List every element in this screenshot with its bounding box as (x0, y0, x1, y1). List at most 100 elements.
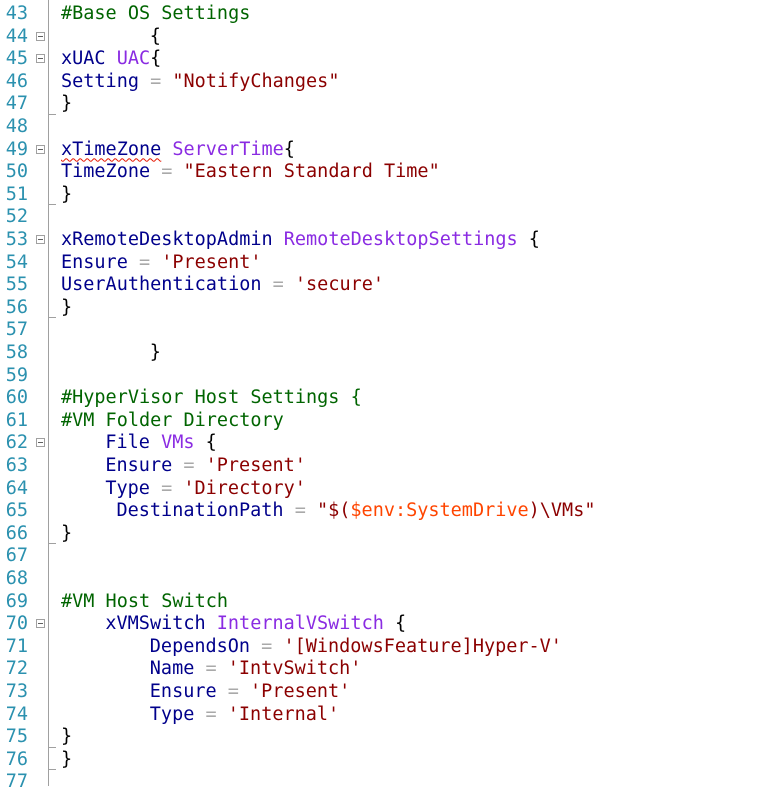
code-line[interactable]: 60 #HyperVisor Host Settings { (0, 387, 774, 410)
code-line[interactable]: 55 UserAuthentication = 'secure' (0, 274, 774, 297)
code-line[interactable]: 44 { (0, 26, 774, 49)
code-token-comment: #VM Host Switch (61, 590, 229, 612)
line-number: 75 (5, 726, 28, 748)
code-token-string: "$( (317, 500, 351, 522)
code-line[interactable]: 65 DestinationPath = "$($env:SystemDrive)… (0, 500, 774, 523)
code-token-keyword: xRemoteDesktopAdmin (61, 229, 273, 250)
code-token-string: "Eastern Standard Time" (183, 161, 440, 183)
line-number: 73 (5, 681, 28, 702)
code-line[interactable]: 51} (0, 184, 774, 207)
code-token-keyword: xUAC (61, 48, 106, 70)
code-line[interactable]: 64 Type = 'Directory' (0, 478, 774, 501)
code-line[interactable]: 58} (0, 342, 774, 365)
code-line[interactable]: 47} (0, 93, 774, 116)
line-number: 72 (5, 658, 28, 680)
code-line[interactable]: 70 xVMSwitch InternalVSwitch { (0, 613, 774, 636)
code-text: #VM Host Switch (61, 591, 228, 614)
outline-end-marker (48, 746, 56, 748)
collapse-icon[interactable] (36, 438, 45, 448)
code-token-string: '[WindowsFeature]Hyper-V' (283, 635, 562, 657)
code-text: xTimeZone ServerTime{ (61, 139, 295, 162)
code-token-operator: = (283, 500, 317, 522)
code-line[interactable]: 48 (0, 116, 774, 139)
line-number: 61 (5, 409, 28, 431)
code-token-comment: #VM Folder Directory (61, 409, 284, 431)
outline-end-marker (48, 769, 56, 771)
code-text: File VMs { (105, 432, 216, 455)
code-line[interactable]: 69 #VM Host Switch (0, 591, 774, 614)
code-text: Ensure = 'Present' (150, 681, 351, 704)
collapse-icon[interactable] (36, 235, 45, 244)
code-line[interactable]: 74 Type = 'Internal' (0, 704, 774, 727)
code-line[interactable]: 77 (0, 771, 774, 794)
code-line[interactable]: 46 Setting = "NotifyChanges" (0, 71, 774, 94)
code-token-string: 'Present' (205, 455, 306, 476)
code-token-string: 'Internal' (227, 703, 340, 725)
code-line[interactable]: 43 #Base OS Settings (0, 3, 774, 26)
collapse-icon[interactable] (36, 619, 45, 629)
code-line[interactable]: 59 (0, 365, 774, 388)
code-text: Type = 'Directory' (105, 478, 306, 501)
code-editor[interactable]: 43 #Base OS Settings 44{45 xUAC UAC{46 Setti… (0, 0, 774, 792)
code-text: { (150, 26, 161, 49)
code-token-string: 'Present' (250, 681, 351, 702)
code-text: } (61, 184, 72, 207)
code-line[interactable]: 71 DependsOn = '[WindowsFeature]Hyper-V' (0, 636, 774, 659)
code-line[interactable]: 56} (0, 297, 774, 320)
code-line[interactable]: 75} (0, 726, 774, 749)
code-text: } (61, 523, 72, 546)
code-text: Ensure = 'Present' (61, 252, 262, 275)
code-token-plain: } (61, 183, 73, 205)
line-number: 65 (5, 500, 28, 522)
code-line[interactable]: 54 Ensure = 'Present' (0, 252, 774, 275)
code-token-plain: { (149, 25, 161, 47)
collapse-icon[interactable] (36, 54, 45, 64)
code-line[interactable]: 76} (0, 749, 774, 772)
code-text: Setting = "NotifyChanges" (61, 71, 339, 94)
code-line[interactable]: 66} (0, 523, 774, 546)
code-token-string: 'secure' (294, 274, 385, 296)
code-line[interactable]: 52 (0, 206, 774, 229)
collapse-icon[interactable] (36, 144, 45, 154)
code-text: } (61, 749, 72, 772)
outline-end-marker (48, 204, 56, 206)
code-token-keyword: xVMSwitch (105, 613, 206, 635)
code-line[interactable]: 50 TimeZone = "Eastern Standard Time" (0, 161, 774, 184)
line-number: 57 (5, 319, 28, 341)
code-line[interactable]: 73 Ensure = 'Present' (0, 681, 774, 704)
code-text: } (61, 297, 72, 320)
collapse-icon[interactable] (36, 31, 45, 41)
code-token-operator: = (138, 70, 173, 92)
line-number: 58 (5, 342, 28, 363)
line-number: 74 (5, 703, 28, 725)
code-line[interactable]: 57 (0, 319, 774, 342)
line-number: 63 (5, 455, 28, 476)
code-token-plain: } (149, 342, 161, 363)
code-text: } (150, 342, 161, 365)
code-line[interactable]: 67 (0, 545, 774, 568)
code-line[interactable]: 49 xTimeZone ServerTime{ (0, 139, 774, 162)
code-token-plain: { (283, 138, 295, 160)
code-token-string: 'Directory' (183, 477, 306, 499)
code-line[interactable]: 53 xRemoteDesktopAdmin RemoteDesktopSetti… (0, 229, 774, 252)
code-line[interactable]: 62 File VMs { (0, 432, 774, 455)
code-line[interactable]: 45 xUAC UAC{ (0, 48, 774, 71)
code-line[interactable]: 72 Name = 'IntvSwitch' (0, 658, 774, 681)
line-number: 43 (5, 3, 28, 24)
line-number: 66 (5, 522, 28, 544)
code-token-type-name: ServerTime (172, 138, 284, 160)
line-number: 49 (5, 138, 28, 160)
code-token-operator: = (149, 477, 184, 499)
line-number: 77 (5, 771, 28, 793)
line-number: 69 (5, 590, 28, 612)
code-token-plain: } (61, 726, 73, 748)
code-token-string: 'Present' (161, 251, 262, 273)
code-text: Type = 'Internal' (150, 704, 339, 727)
code-token-string: )\VMs" (528, 500, 596, 522)
code-line[interactable]: 61 #VM Folder Directory (0, 410, 774, 433)
code-line[interactable]: 63 Ensure = 'Present' (0, 455, 774, 478)
code-line[interactable]: 68 (0, 568, 774, 591)
code-token-plain: } (61, 748, 73, 770)
